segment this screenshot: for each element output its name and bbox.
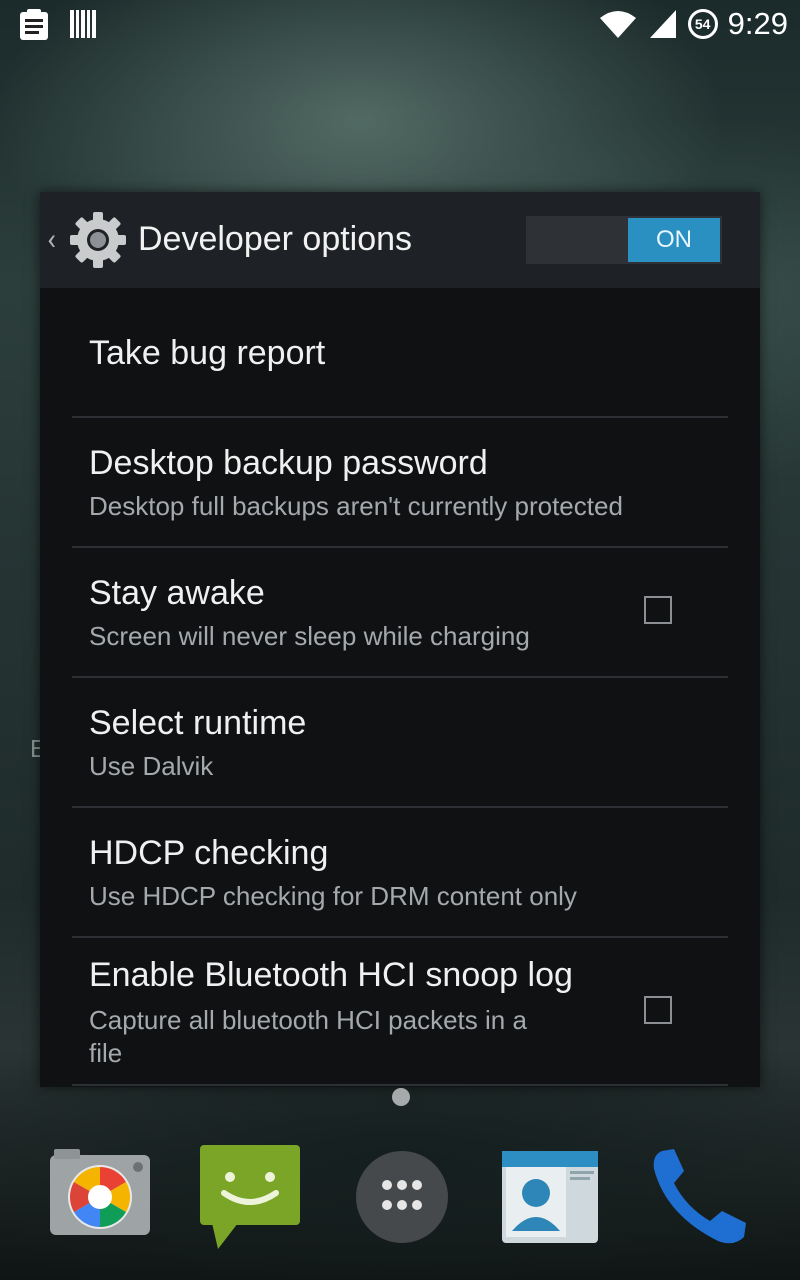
barcode-icon [70,10,96,38]
clock: 9:29 [727,6,788,41]
list-item-summary: Screen will never sleep while charging [89,621,530,651]
list-item-summary: Use HDCP checking for DRM content only [89,881,577,911]
list-item-summary: Desktop full backups aren't currently pr… [89,491,623,521]
list-item-summary-line-2: file [89,1038,123,1068]
list-item-bluetooth-hci-snoop-log[interactable]: Enable Bluetooth HCI snoop log Capture a… [72,938,728,1086]
wifi-icon [599,11,636,38]
bluetooth-hci-snoop-checkbox[interactable] [644,996,672,1024]
list-item-title: Select runtime [89,704,307,742]
list-item-title: Enable Bluetooth HCI snoop log [89,956,573,994]
list-item-take-bug-report[interactable]: Take bug report [72,288,728,418]
back-chevron-icon[interactable]: ‹ [47,222,56,257]
battery-icon: 54 [687,9,718,39]
dialog-header: ‹ Developer options ON [40,192,760,288]
clipboard-icon [20,9,48,40]
camera-icon[interactable] [48,1145,152,1249]
settings-list: Take bug report Desktop backup password … [40,288,760,1087]
list-item-title: Stay awake [89,574,265,612]
list-item-select-runtime[interactable]: Select runtime Use Dalvik [72,678,728,808]
list-item-summary: Use Dalvik [89,751,214,781]
list-item-hdcp-checking[interactable]: HDCP checking Use HDCP checking for DRM … [72,808,728,938]
list-item-desktop-backup-password[interactable]: Desktop backup password Desktop full bac… [72,418,728,548]
list-item-title: Take bug report [89,334,326,372]
gear-icon[interactable] [66,208,130,272]
messaging-icon[interactable] [198,1145,302,1249]
list-item-title: Desktop backup password [89,444,488,482]
contacts-icon[interactable] [498,1145,602,1249]
toggle-on-label: ON [628,218,720,262]
dialog-title: Developer options [138,220,413,258]
stay-awake-checkbox[interactable] [644,596,672,624]
status-bar: 54 9:29 [0,0,800,50]
list-item-title: HDCP checking [89,834,329,872]
list-item-stay-awake[interactable]: Stay awake Screen will never sleep while… [72,548,728,678]
app-drawer-icon[interactable] [350,1145,454,1249]
page-indicator [392,1088,410,1106]
signal-icon [649,10,676,38]
developer-options-dialog: ‹ Developer options ON Take bug report D… [40,192,760,1087]
developer-options-toggle[interactable]: ON [526,216,722,264]
list-item-summary-line-1: Capture all bluetooth HCI packets in a [89,1005,527,1035]
phone-icon[interactable] [648,1145,752,1249]
